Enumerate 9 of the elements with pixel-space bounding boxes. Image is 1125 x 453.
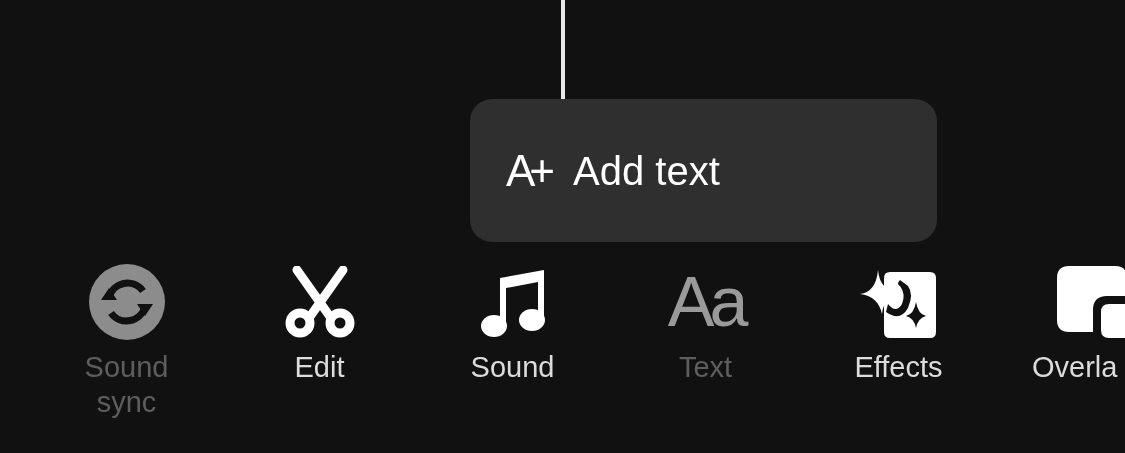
toolbar-button[interactable]: Edit xyxy=(223,262,416,420)
toolbar-button[interactable]: Overla xyxy=(995,262,1125,420)
scissors-icon xyxy=(284,266,355,338)
overlay-icon xyxy=(1057,266,1125,338)
add-text-button[interactable]: A+ Add text xyxy=(470,99,937,242)
toolbar-button[interactable]: Sound xyxy=(416,262,609,420)
toolbar-button[interactable]: Effects xyxy=(802,262,995,420)
sync-icon xyxy=(88,264,165,340)
text-size-icon: Aa xyxy=(667,267,744,337)
